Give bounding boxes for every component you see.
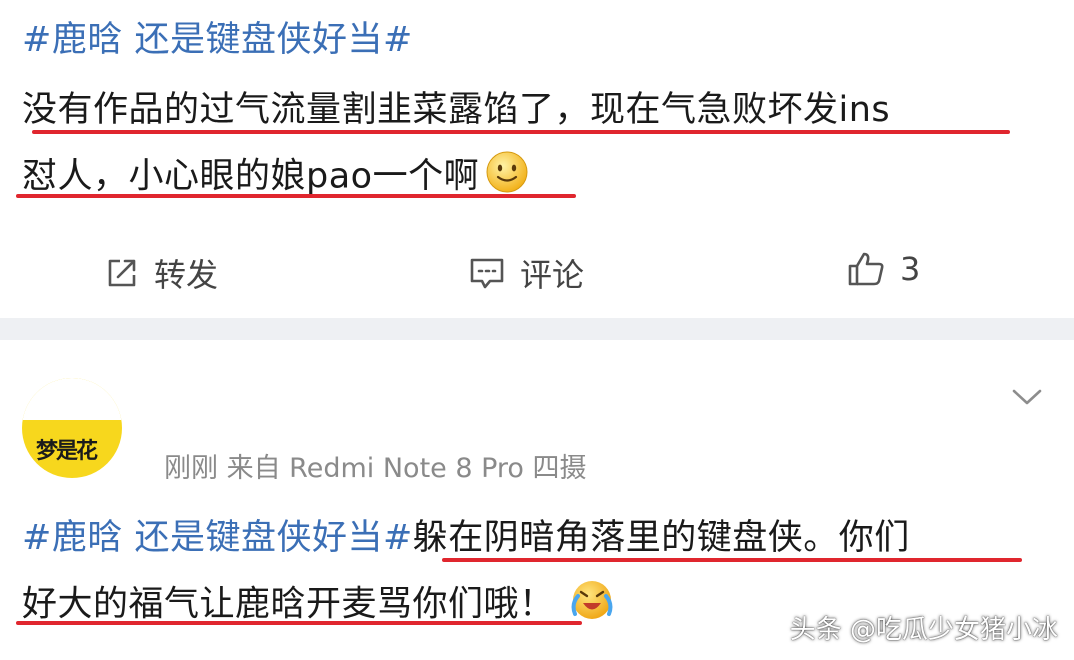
weibo-post-1: #鹿晗 还是键盘侠好当# 没有作品的过气流量割韭菜露馅了，现在气急败坏发ins … — [0, 0, 1074, 318]
like-icon — [846, 250, 886, 288]
avatar-crop — [22, 378, 122, 420]
post-text-line-1: 没有作品的过气流量割韭菜露馅了，现在气急败坏发ins — [22, 90, 891, 130]
post-text-line-1: #鹿晗 还是键盘侠好当#躲在阴暗角落里的键盘侠。你们 — [22, 516, 910, 560]
repost-label: 转发 — [154, 256, 219, 294]
repost-icon — [104, 255, 140, 291]
post-actions-bar: 转发 评论 3 — [0, 246, 1074, 296]
post-text-line-1-text: 躲在阴暗角落里的键盘侠。你们 — [412, 518, 910, 558]
red-underline — [442, 558, 1022, 562]
post-meta: 刚刚 来自 Redmi Note 8 Pro 四摄 — [164, 453, 587, 484]
avatar-text: 梦是花 — [36, 439, 98, 464]
comment-button[interactable]: 评论 — [468, 250, 584, 296]
watermark: 头条 @吃瓜少女猪小冰 — [789, 615, 1058, 645]
hashtag-link[interactable]: #鹿晗 还是键盘侠好当# — [22, 518, 413, 558]
chevron-down-icon[interactable] — [1012, 388, 1042, 410]
post-divider — [0, 318, 1074, 340]
hashtag-link[interactable]: #鹿晗 还是键盘侠好当# — [22, 20, 413, 60]
comment-icon — [468, 255, 506, 291]
avatar[interactable]: 梦是花 — [22, 378, 122, 478]
weibo-post-2: 梦是花 刚刚 来自 Redmi Note 8 Pro 四摄 #鹿晗 还是键盘侠好… — [0, 340, 1074, 660]
post-text-line-2-text: 怼人，小心眼的娘pao一个啊 — [22, 156, 480, 197]
post-text-line-2-text: 好大的福气让鹿晗开麦骂你们哦！ — [22, 584, 555, 625]
like-count: 3 — [900, 250, 921, 288]
post-topic-line: #鹿晗 还是键盘侠好当# — [22, 18, 413, 62]
comment-label: 评论 — [520, 256, 585, 294]
red-underline — [16, 194, 576, 198]
like-button[interactable]: 3 — [846, 250, 920, 288]
red-underline — [32, 130, 1010, 134]
repost-button[interactable]: 转发 — [104, 250, 218, 296]
red-underline — [16, 621, 582, 625]
